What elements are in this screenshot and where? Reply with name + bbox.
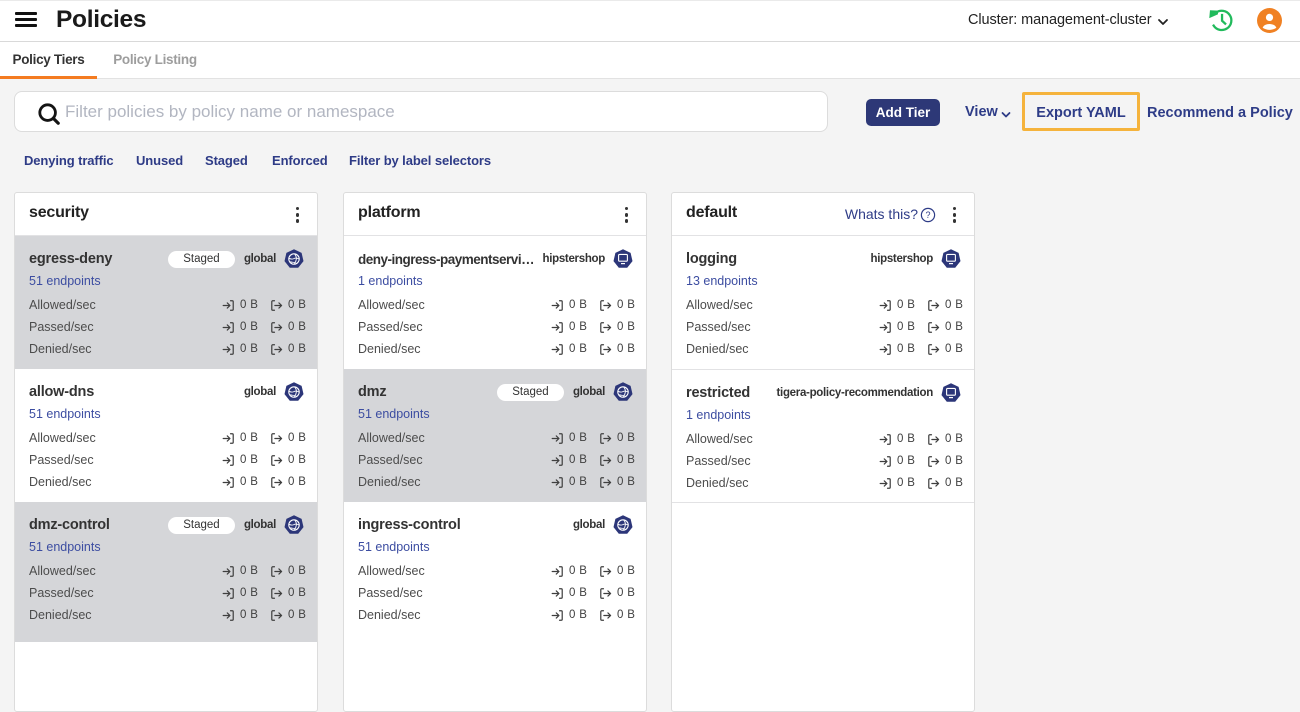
svg-text:?: ?: [925, 210, 930, 220]
